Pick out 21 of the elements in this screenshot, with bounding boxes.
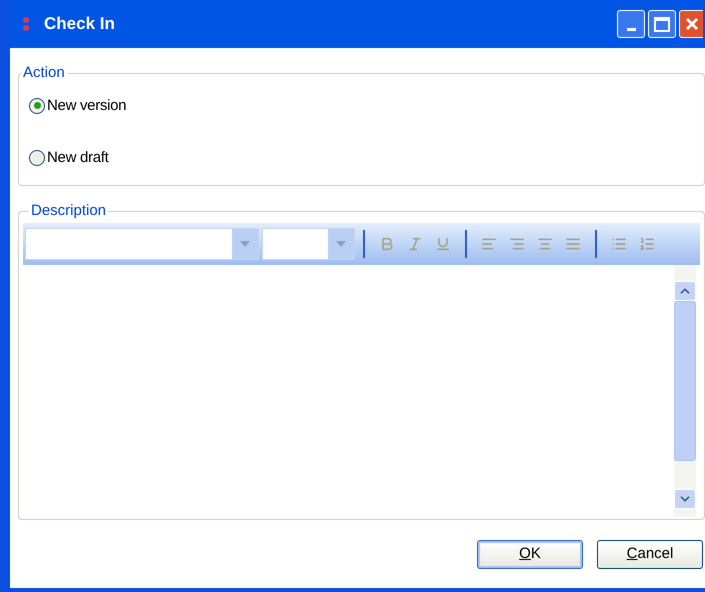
font-dropdown[interactable]: [25, 228, 259, 260]
ok-button[interactable]: OK: [477, 540, 583, 569]
scroll-up-button[interactable]: [674, 280, 696, 300]
radio-label: New version: [47, 96, 126, 116]
caret-icon: [240, 240, 250, 246]
radio-button[interactable]: [29, 98, 45, 114]
caret-icon: [336, 240, 346, 246]
minimize-button[interactable]: [617, 10, 645, 38]
scroll-down-button[interactable]: [674, 488, 696, 508]
app-icon: [22, 16, 30, 32]
close-button[interactable]: [679, 10, 703, 38]
scroll-thumb[interactable]: [674, 300, 696, 460]
size-dropdown[interactable]: [262, 228, 355, 260]
window-title: Check In: [44, 13, 116, 36]
group-legend: Description: [29, 200, 108, 222]
maximize-button[interactable]: [648, 10, 676, 38]
group-legend: Action: [21, 62, 67, 84]
close-icon: [684, 17, 698, 31]
radio-button[interactable]: [29, 150, 45, 166]
radio-label: New draft: [47, 148, 108, 168]
cancel-button[interactable]: Cancel: [597, 540, 703, 569]
